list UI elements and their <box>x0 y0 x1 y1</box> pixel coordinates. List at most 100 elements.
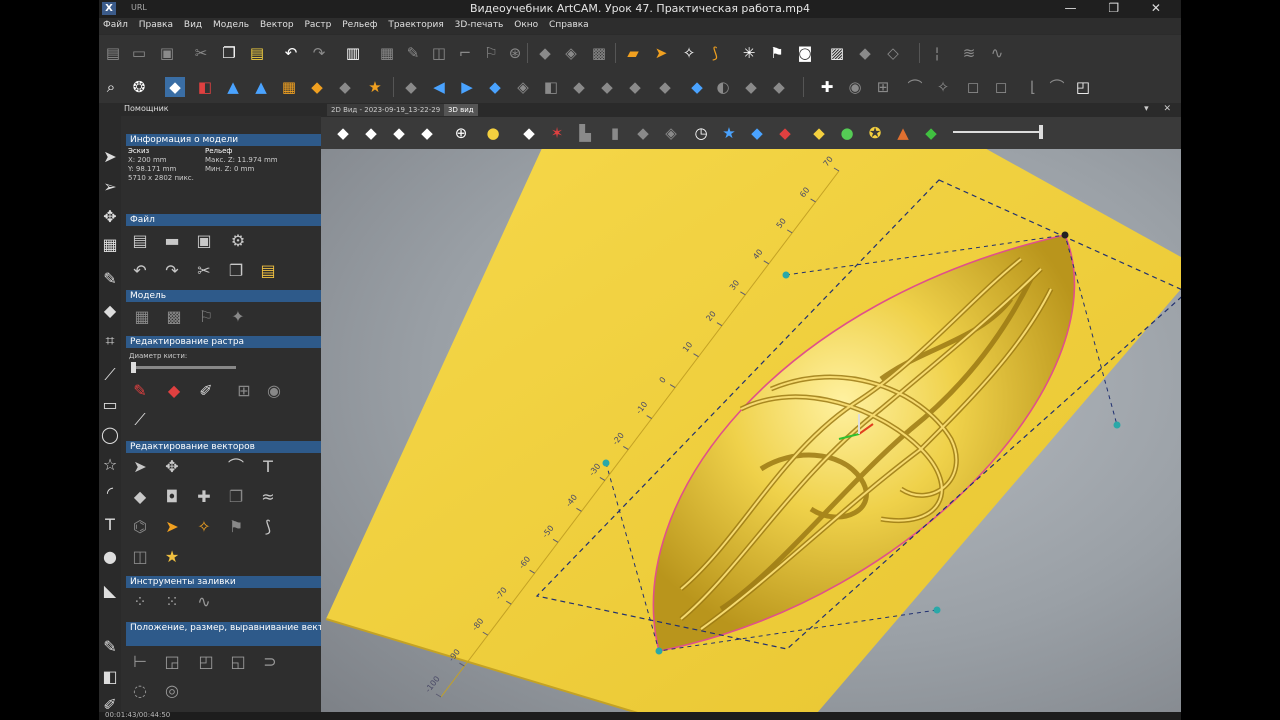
notes-icon[interactable]: ▥ <box>343 43 363 63</box>
open-star-folder-icon[interactable]: ▰ <box>623 43 643 63</box>
relief-c-icon[interactable]: ▩ <box>589 43 609 63</box>
vec-wave-icon[interactable]: ≈ <box>257 486 279 508</box>
control-point[interactable] <box>602 459 610 467</box>
tool-n-icon[interactable]: ◆ <box>655 77 675 97</box>
circle-icon[interactable]: ◯ <box>100 425 120 445</box>
tool-r-icon[interactable]: ◆ <box>769 77 789 97</box>
light-bulb-icon[interactable]: ● <box>483 123 503 143</box>
model-flag-icon[interactable]: ⚐ <box>195 306 217 328</box>
wave-icon[interactable]: ≋ <box>959 43 979 63</box>
measure-icon[interactable]: ⌗ <box>100 331 120 351</box>
view-star-zoom-icon[interactable]: ✪ <box>865 123 885 143</box>
tab-3d-view[interactable]: 3D вид <box>444 104 478 116</box>
view-tool-a-icon[interactable]: ▙ <box>575 123 595 143</box>
tool-f-icon[interactable]: ◀ <box>429 77 449 97</box>
menu-3d-print[interactable]: 3D-печать <box>451 18 508 32</box>
arrow-bolt-icon[interactable]: ➤ <box>651 43 671 63</box>
vec-node-icon[interactable]: ◘ <box>161 486 183 508</box>
view-layer-icon[interactable]: ◆ <box>747 123 767 143</box>
tool-a-icon[interactable]: ◫ <box>429 43 449 63</box>
grid-icon[interactable]: ▦ <box>377 43 397 63</box>
text-icon[interactable]: T <box>100 515 120 535</box>
tool-q-icon[interactable]: ◆ <box>741 77 761 97</box>
menu-help[interactable]: Справка <box>545 18 593 32</box>
eyedropper-icon[interactable]: ✐ <box>195 380 217 402</box>
vec-select-icon[interactable]: ➤ <box>129 456 151 478</box>
menu-window[interactable]: Окно <box>510 18 542 32</box>
tool-k-icon[interactable]: ◆ <box>569 77 589 97</box>
smooth-icon[interactable]: ◣ <box>100 581 120 601</box>
tool-c-icon[interactable]: ⚐ <box>481 43 501 63</box>
tool-m-icon[interactable]: ◆ <box>625 77 645 97</box>
anchor-point[interactable] <box>1061 231 1069 239</box>
pos-size-icon[interactable]: ◲ <box>161 651 183 673</box>
brush-icon[interactable]: ⟆ <box>705 43 725 63</box>
soft-eraser-icon[interactable]: ◧ <box>100 667 120 687</box>
view-shapes-icon[interactable]: ● <box>837 123 857 143</box>
curve2-icon[interactable]: ⌒ <box>1047 77 1067 97</box>
menu-raster[interactable]: Растр <box>300 18 335 32</box>
panel-copy-icon[interactable]: ❐ <box>225 260 247 282</box>
snowflake-icon[interactable]: ✳ <box>739 43 759 63</box>
raster-eraser-icon[interactable]: ◆ <box>163 380 185 402</box>
open-folder-icon[interactable]: ▭ <box>129 43 149 63</box>
transparency-slider-knob[interactable] <box>1039 125 1043 139</box>
redo-icon[interactable]: ↷ <box>309 43 329 63</box>
panel-cut-icon[interactable]: ✂ <box>193 260 215 282</box>
star-icon[interactable]: ☆ <box>100 455 120 475</box>
tool-g-icon[interactable]: ▶ <box>457 77 477 97</box>
model-size-icon[interactable]: ▦ <box>131 306 153 328</box>
pencil-icon[interactable]: ✎ <box>100 269 120 289</box>
node-select-icon[interactable]: ➢ <box>100 177 120 197</box>
view-tool-b-icon[interactable]: ▮ <box>605 123 625 143</box>
view-star-icon[interactable]: ★ <box>719 123 739 143</box>
vec-text-icon[interactable]: T <box>257 456 279 478</box>
pos-center-icon[interactable]: ◰ <box>195 651 217 673</box>
pos-rotate-icon[interactable]: ⊃ <box>259 651 281 673</box>
vec-wand-icon[interactable]: ✧ <box>193 516 215 538</box>
undo-icon[interactable]: ↶ <box>281 43 301 63</box>
brush-diameter-slider[interactable] <box>131 362 236 373</box>
view-front-icon[interactable]: ◆ <box>361 123 381 143</box>
tool-h-icon[interactable]: ◆ <box>485 77 505 97</box>
tool-d-icon[interactable]: ⊛ <box>505 43 525 63</box>
tool-p-icon[interactable]: ◐ <box>713 77 733 97</box>
menu-view[interactable]: Вид <box>180 18 206 32</box>
view-tool-d-icon[interactable]: ◈ <box>661 123 681 143</box>
folder-icon[interactable]: ▬ <box>161 230 183 252</box>
vec-stamp-icon[interactable]: ⚑ <box>225 516 247 538</box>
tool-o-icon[interactable]: ◆ <box>687 77 707 97</box>
grid-tool-icon[interactable]: ▦ <box>100 235 120 255</box>
polyline-icon[interactable]: ⟋ <box>100 365 120 385</box>
vec-arc-icon[interactable]: ⌒ <box>225 456 247 478</box>
frame-icon[interactable]: ▨ <box>827 43 847 63</box>
menu-relief[interactable]: Рельеф <box>338 18 381 32</box>
eraser-tool-icon[interactable]: ◆ <box>100 301 120 321</box>
pos-circle-icon[interactable]: ◎ <box>161 680 183 702</box>
window-controls[interactable]: — ❐ ✕ <box>1065 1 1175 15</box>
plane-icon[interactable]: ◆ <box>519 123 539 143</box>
view-clock-icon[interactable]: ◷ <box>691 123 711 143</box>
panel-undo-icon[interactable]: ↶ <box>129 260 151 282</box>
fill-dots-icon[interactable]: ⁘ <box>129 591 151 613</box>
pos-scale-icon[interactable]: ◱ <box>227 651 249 673</box>
flatten-icon[interactable]: ◆ <box>335 77 355 97</box>
shape-icon[interactable]: ◇ <box>883 43 903 63</box>
view-rainbow-icon[interactable]: ◆ <box>921 123 941 143</box>
frame2-icon[interactable]: ◰ <box>1073 77 1093 97</box>
view-red-layer-icon[interactable]: ◆ <box>775 123 795 143</box>
paste-icon[interactable]: ▤ <box>247 43 267 63</box>
model-star-icon[interactable]: ✦ <box>227 306 249 328</box>
view-iso-icon[interactable]: ◆ <box>333 123 353 143</box>
save-icon[interactable]: ▣ <box>157 43 177 63</box>
extrude-icon[interactable]: ▲ <box>223 77 243 97</box>
square-b-icon[interactable]: ◻ <box>991 77 1011 97</box>
tool-e-icon[interactable]: ◆ <box>401 77 421 97</box>
rectangle-icon[interactable]: ▭ <box>100 395 120 415</box>
sculpt-icon[interactable]: ◆ <box>307 77 327 97</box>
vec-move-icon[interactable]: ✥ <box>161 456 183 478</box>
copy-icon[interactable]: ❐ <box>219 43 239 63</box>
weave-icon[interactable]: ▦ <box>279 77 299 97</box>
raster-line-icon[interactable]: ⟋ <box>129 409 151 431</box>
texture-icon[interactable]: ◆ <box>855 43 875 63</box>
